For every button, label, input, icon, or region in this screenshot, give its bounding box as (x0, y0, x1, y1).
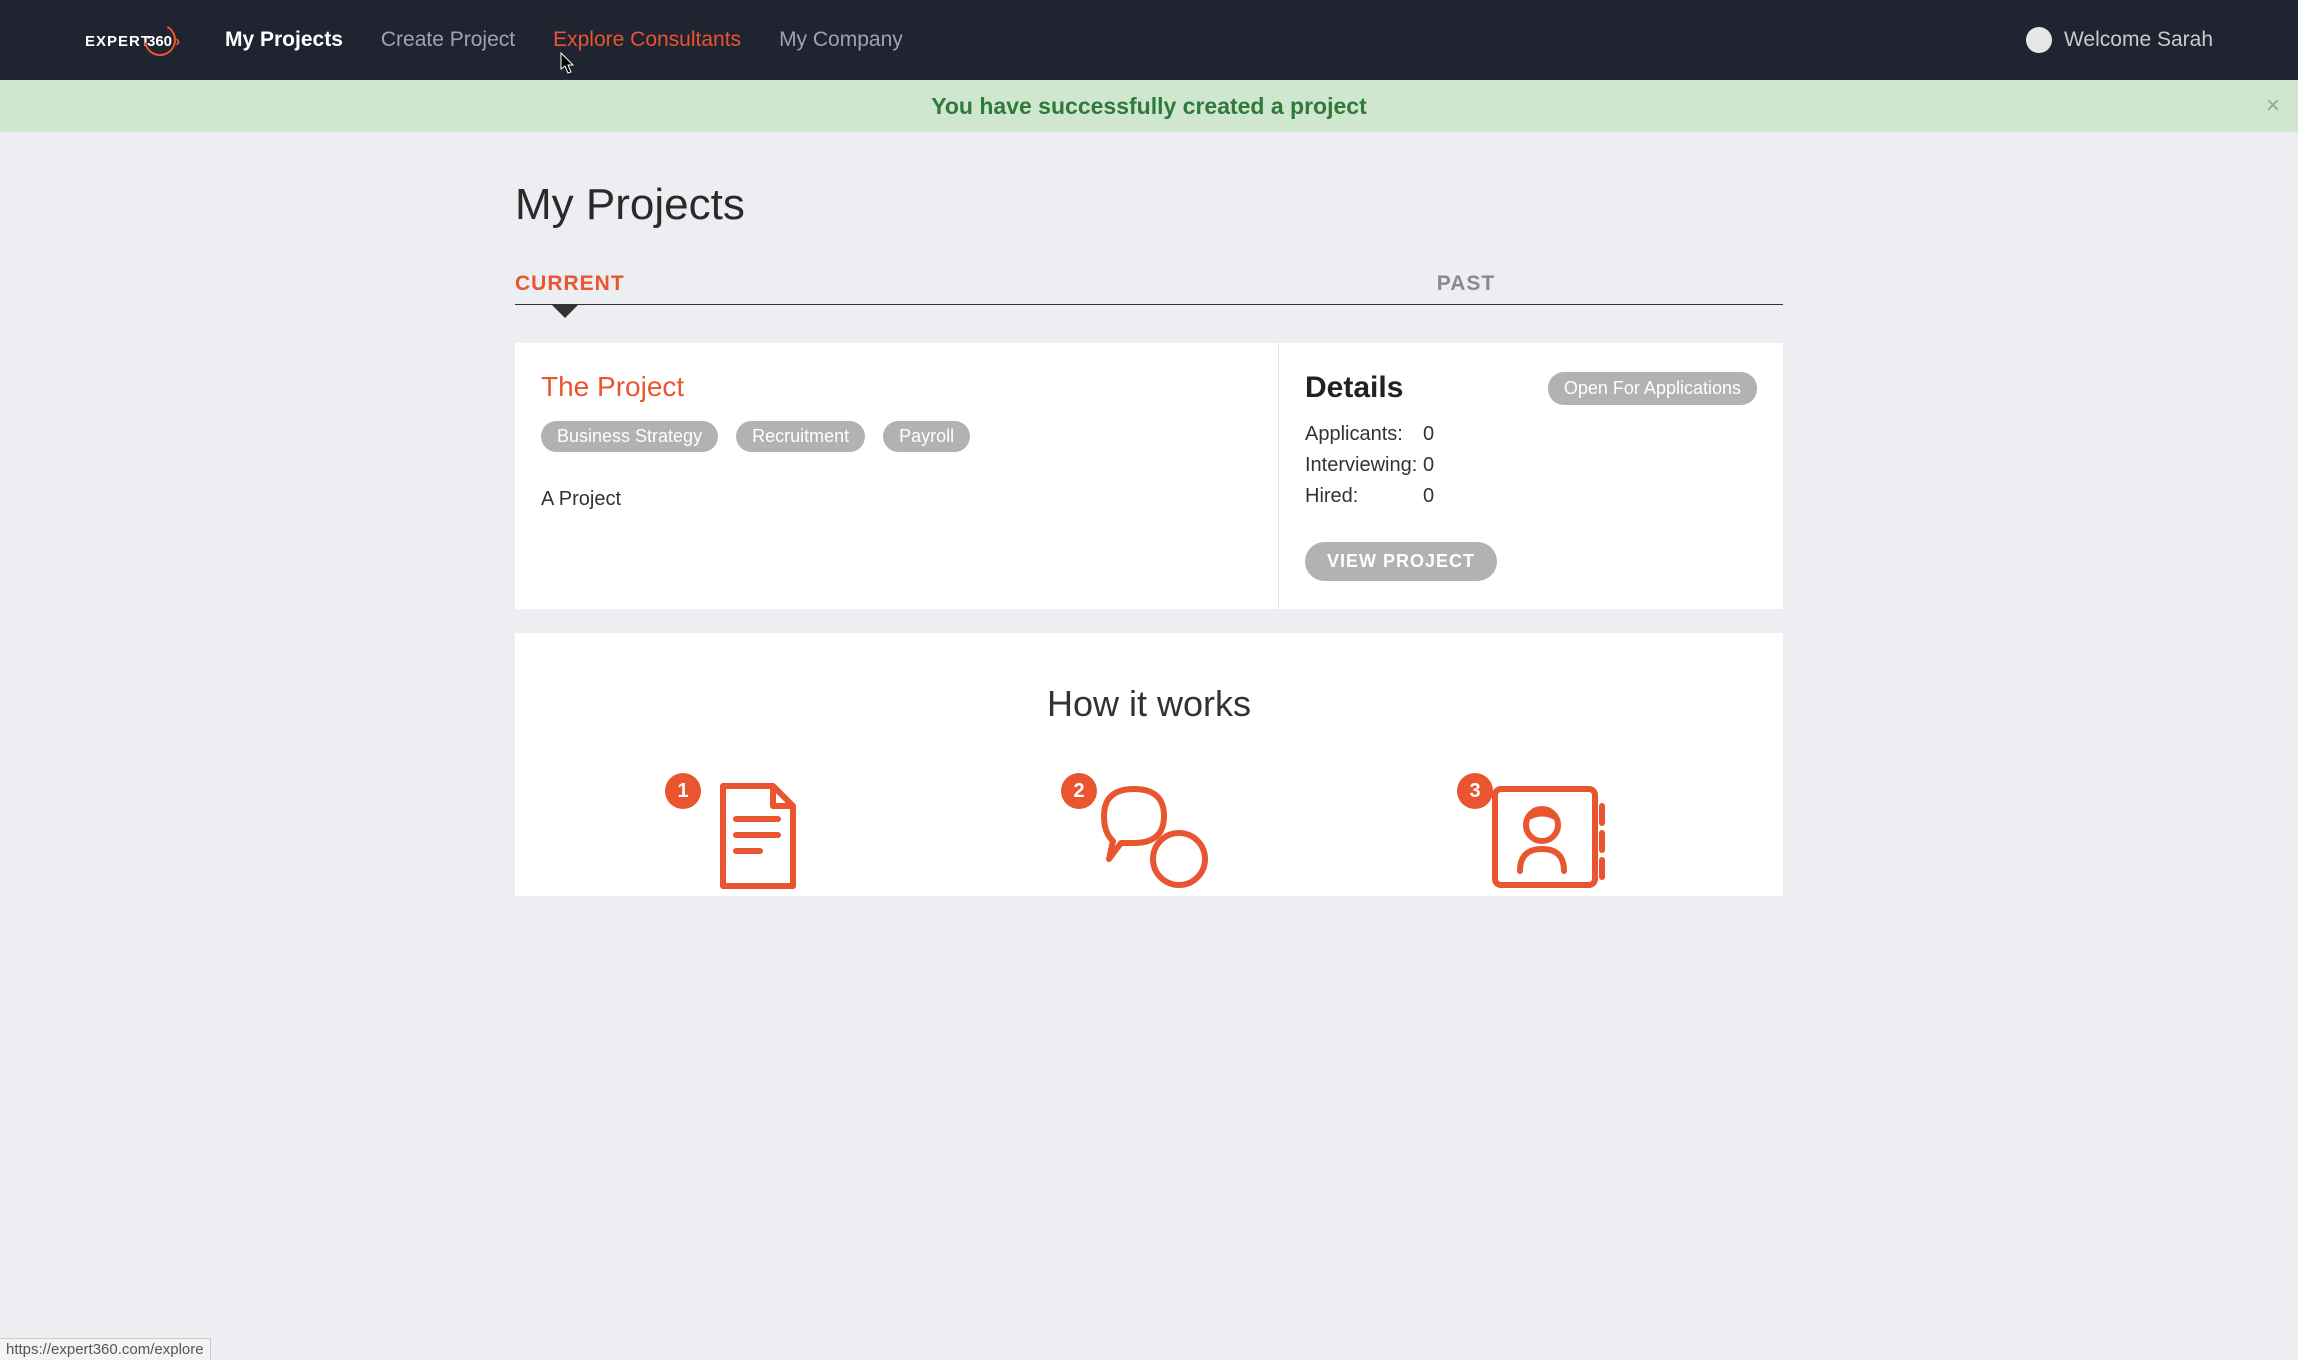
tab-past[interactable]: PAST (1149, 272, 1783, 304)
avatar (2026, 27, 2052, 53)
notification-message: You have successfully created a project (931, 93, 1366, 120)
step-1: 1 (673, 781, 833, 896)
hired-value: 0 (1423, 485, 1757, 508)
tabs: CURRENT PAST (515, 272, 1783, 305)
logo[interactable]: EXPERT 360 › (85, 22, 185, 58)
user-area[interactable]: Welcome Sarah (2026, 27, 2213, 53)
step-badge-2: 2 (1061, 773, 1097, 809)
document-icon (698, 781, 808, 891)
browser-status-link: https://expert360.com/explore (0, 1338, 211, 1360)
nav-my-company[interactable]: My Company (779, 28, 903, 52)
chat-bubbles-icon (1079, 781, 1219, 891)
svg-text:360: 360 (147, 33, 172, 50)
applicants-label: Applicants: (1305, 423, 1423, 446)
step-badge-1: 1 (665, 773, 701, 809)
close-icon[interactable]: × (2266, 92, 2280, 120)
welcome-text: Welcome Sarah (2064, 28, 2213, 52)
tab-current[interactable]: CURRENT (515, 272, 1149, 304)
step-3: 3 (1465, 781, 1625, 896)
details-stats: Applicants: 0 Interviewing: 0 Hired: 0 (1305, 423, 1757, 508)
tag-recruitment[interactable]: Recruitment (736, 421, 865, 452)
top-navigation-bar: EXPERT 360 › My Projects Create Project … (0, 0, 2298, 80)
project-card: The Project Business Strategy Recruitmen… (515, 343, 1783, 609)
nav-explore-consultants[interactable]: Explore Consultants (553, 28, 741, 52)
interviewing-label: Interviewing: (1305, 454, 1423, 477)
project-tags: Business Strategy Recruitment Payroll (541, 421, 1248, 452)
svg-text:EXPERT: EXPERT (85, 33, 151, 50)
nav-create-project[interactable]: Create Project (381, 28, 515, 52)
page-title: My Projects (515, 180, 1783, 230)
nav-links: My Projects Create Project Explore Consu… (225, 28, 2026, 52)
how-it-works-section: How it works 1 2 3 (515, 633, 1783, 896)
hired-label: Hired: (1305, 485, 1423, 508)
project-summary: The Project Business Strategy Recruitmen… (515, 343, 1279, 609)
step-2: 2 (1069, 781, 1229, 896)
details-heading: Details (1305, 371, 1403, 405)
how-it-works-title: How it works (555, 683, 1743, 725)
tag-payroll[interactable]: Payroll (883, 421, 970, 452)
interviewing-value: 0 (1423, 454, 1757, 477)
svg-text:›: › (175, 33, 180, 50)
step-badge-3: 3 (1457, 773, 1493, 809)
contact-book-icon (1480, 781, 1610, 891)
applicants-value: 0 (1423, 423, 1757, 446)
tag-business-strategy[interactable]: Business Strategy (541, 421, 718, 452)
how-it-works-steps: 1 2 3 (555, 781, 1743, 896)
nav-my-projects[interactable]: My Projects (225, 28, 343, 52)
status-badge: Open For Applications (1548, 372, 1757, 405)
project-description: A Project (541, 488, 1248, 511)
project-title-link[interactable]: The Project (541, 371, 1248, 403)
notification-bar: You have successfully created a project … (0, 80, 2298, 132)
project-details-panel: Details Open For Applications Applicants… (1279, 343, 1783, 609)
view-project-button[interactable]: VIEW PROJECT (1305, 542, 1497, 581)
